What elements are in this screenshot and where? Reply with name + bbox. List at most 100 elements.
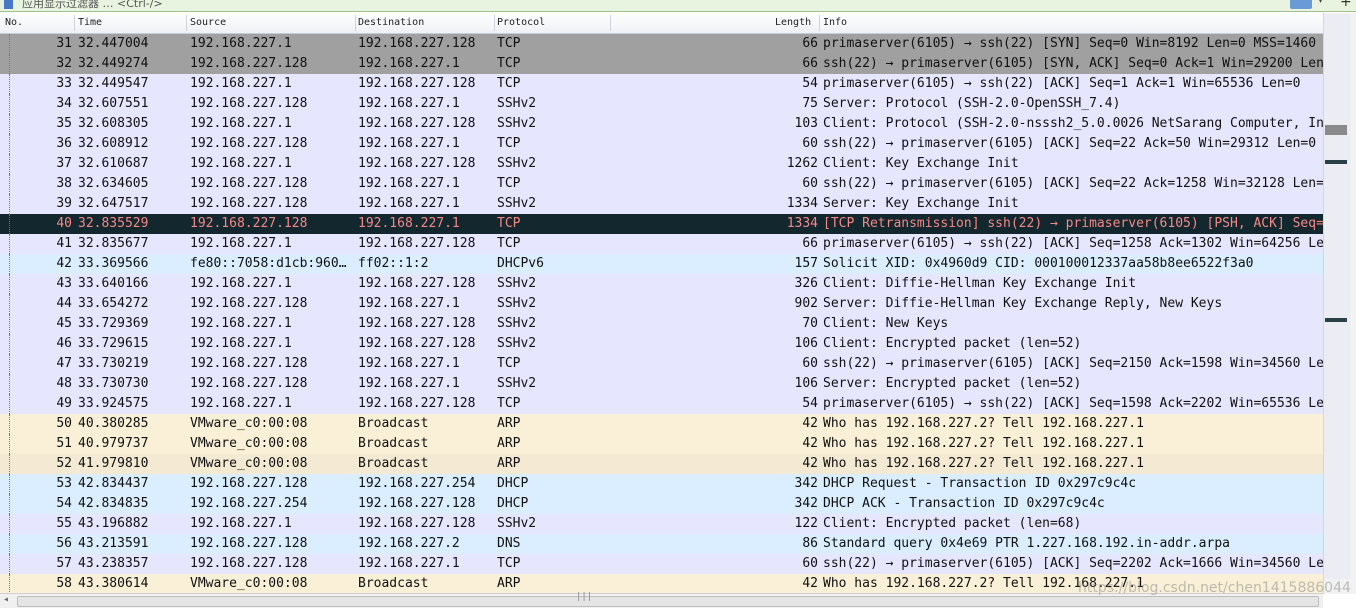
packet-row[interactable]: 42 33.369566 fe80::7058:d1cb:960… ff02::1:2… <box>0 254 1323 274</box>
packet-row[interactable]: 52 41.979810 VMware_c0:00:08 Broadcast ARP 42… <box>0 454 1323 474</box>
column-divider[interactable] <box>74 15 75 31</box>
packet-row[interactable]: 37 32.610687 192.168.227.1 192.168.227.128 S… <box>0 154 1323 174</box>
packet-destination: 192.168.227.1 <box>358 96 460 111</box>
packet-destination: 192.168.227.1 <box>358 296 460 311</box>
packet-row[interactable]: 53 42.834437 192.168.227.128 192.168.227.25… <box>0 474 1323 494</box>
packet-row[interactable]: 41 32.835677 192.168.227.1 192.168.227.128 T… <box>0 234 1323 254</box>
packet-number: 49 <box>56 396 72 411</box>
packet-destination: Broadcast <box>358 416 429 431</box>
packet-source: 192.168.227.1 <box>190 76 292 91</box>
column-length[interactable]: Length <box>775 17 811 31</box>
column-time[interactable]: Time <box>78 17 102 31</box>
packet-row[interactable]: 34 32.607551 192.168.227.128 192.168.227.1 S… <box>0 94 1323 114</box>
packet-protocol: DHCP <box>497 496 529 511</box>
packet-row[interactable]: 48 33.730730 192.168.227.128 192.168.227.1 S… <box>0 374 1323 394</box>
packet-number: 47 <box>56 356 72 371</box>
packet-info: Client: New Keys <box>823 316 949 331</box>
packet-info: primaserver(6105) → ssh(22) [ACK] Seq=15… <box>823 396 1323 411</box>
packet-row[interactable]: 33 32.449547 192.168.227.1 192.168.227.128 T… <box>0 74 1323 94</box>
packet-number: 40 <box>56 216 72 231</box>
packet-source: 192.168.227.1 <box>190 116 292 131</box>
packet-time: 33.730219 <box>78 356 149 371</box>
packet-protocol: TCP <box>497 396 521 411</box>
packet-length: 326 <box>794 276 818 291</box>
packet-info: Client: Encrypted packet (len=68) <box>823 516 1082 531</box>
packet-source: 192.168.227.128 <box>190 96 308 111</box>
packet-list[interactable]: 31 32.447004 192.168.227.1 192.168.227.128 T… <box>0 34 1323 594</box>
packet-row[interactable]: 47 33.730219 192.168.227.128 192.168.227.1 T… <box>0 354 1323 374</box>
packet-protocol: TCP <box>497 136 521 151</box>
bookmark-icon[interactable] <box>4 0 13 9</box>
packet-time: 32.449274 <box>78 56 149 71</box>
packet-destination: 192.168.227.1 <box>358 556 460 571</box>
packet-row[interactable]: 49 33.924575 192.168.227.1 192.168.227.128 T… <box>0 394 1323 414</box>
packet-row[interactable]: 31 32.447004 192.168.227.1 192.168.227.128 T… <box>0 34 1323 54</box>
packet-info: Solicit XID: 0x4960d9 CID: 000100012337a… <box>823 256 1254 271</box>
packet-row[interactable]: 54 42.834835 192.168.227.254 192.168.227.12… <box>0 494 1323 514</box>
column-destination[interactable]: Destination <box>358 17 424 31</box>
column-divider[interactable] <box>186 15 187 31</box>
packet-row[interactable]: 36 32.608912 192.168.227.128 192.168.227.1 T… <box>0 134 1323 154</box>
packet-number: 41 <box>56 236 72 251</box>
column-divider[interactable] <box>494 15 495 31</box>
filter-input[interactable]: 应用显示过滤器 … <Ctrl-/> <box>22 0 163 11</box>
column-divider[interactable] <box>819 15 820 31</box>
packet-source: 192.168.227.128 <box>190 56 308 71</box>
packet-length: 42 <box>802 416 818 431</box>
packet-destination: 192.168.227.128 <box>358 336 476 351</box>
minimap-mark <box>1325 125 1347 135</box>
display-filter-bar[interactable]: 应用显示过滤器 … <Ctrl-/> ▾ + <box>0 0 1356 12</box>
packet-destination: Broadcast <box>358 576 429 591</box>
apply-filter-button[interactable] <box>1290 0 1312 9</box>
packet-row[interactable]: 32 32.449274 192.168.227.128 192.168.227.1 T… <box>0 54 1323 74</box>
packet-time: 32.447004 <box>78 36 149 51</box>
packet-time: 43.196882 <box>78 516 149 531</box>
packet-number: 50 <box>56 416 72 431</box>
packet-protocol: SSHv2 <box>497 376 537 391</box>
packet-row[interactable]: 44 33.654272 192.168.227.128 192.168.227.1 S… <box>0 294 1323 314</box>
packet-destination: 192.168.227.1 <box>358 196 460 211</box>
column-divider[interactable] <box>355 15 356 31</box>
packet-row[interactable]: 35 32.608305 192.168.227.1 192.168.227.128 S… <box>0 114 1323 134</box>
packet-length: 1334 <box>786 196 818 211</box>
packet-row[interactable]: 38 32.634605 192.168.227.128 192.168.227.1 T… <box>0 174 1323 194</box>
packet-number: 36 <box>56 136 72 151</box>
packet-destination: 192.168.227.254 <box>358 476 476 491</box>
packet-source: 192.168.227.128 <box>190 176 308 191</box>
packet-row[interactable]: 45 33.729369 192.168.227.1 192.168.227.128 S… <box>0 314 1323 334</box>
packet-protocol: SSHv2 <box>497 336 537 351</box>
column-protocol[interactable]: Protocol <box>497 17 545 31</box>
packet-time: 33.729369 <box>78 316 149 331</box>
packet-protocol: ARP <box>497 576 521 591</box>
packet-row[interactable]: 50 40.380285 VMware_c0:00:08 Broadcast ARP 42… <box>0 414 1323 434</box>
add-filter-button[interactable]: + <box>1340 0 1352 10</box>
packet-time: 32.835677 <box>78 236 149 251</box>
scroll-left-icon[interactable]: ◂ <box>3 594 9 605</box>
packet-time: 33.654272 <box>78 296 149 311</box>
chevron-down-icon[interactable]: ▾ <box>1318 0 1323 6</box>
packet-destination: Broadcast <box>358 456 429 471</box>
packet-time: 40.380285 <box>78 416 149 431</box>
packet-row[interactable]: 40 32.835529 192.168.227.128 192.168.227.1 T… <box>0 214 1323 234</box>
packet-source: 192.168.227.128 <box>190 296 308 311</box>
packet-info: [TCP Retransmission] ssh(22) → primaserv… <box>823 216 1323 231</box>
packet-info: primaserver(6105) → ssh(22) [SYN] Seq=0 … <box>823 36 1317 51</box>
packet-row[interactable]: 57 43.238357 192.168.227.128 192.168.227.1 T… <box>0 554 1323 574</box>
packet-protocol: TCP <box>497 556 521 571</box>
packet-row[interactable]: 43 33.640166 192.168.227.1 192.168.227.128 S… <box>0 274 1323 294</box>
packet-number: 52 <box>56 456 72 471</box>
packet-row[interactable]: 39 32.647517 192.168.227.128 192.168.227.1 S… <box>0 194 1323 214</box>
scrollbar-thumb[interactable] <box>17 596 1319 607</box>
column-source[interactable]: Source <box>190 17 226 31</box>
packet-source: 192.168.227.128 <box>190 536 308 551</box>
packet-row[interactable]: 55 43.196882 192.168.227.1 192.168.227.128 S… <box>0 514 1323 534</box>
packet-list-header: No. Time Source Destination Protocol Len… <box>0 13 1323 34</box>
column-info[interactable]: Info <box>823 17 847 31</box>
scrollbar-thumb[interactable] <box>1324 14 1350 579</box>
packet-row[interactable]: 56 43.213591 192.168.227.128 192.168.227.2 D… <box>0 534 1323 554</box>
packet-row[interactable]: 51 40.979737 VMware_c0:00:08 Broadcast ARP 42… <box>0 434 1323 454</box>
packet-row[interactable]: 46 33.729615 192.168.227.1 192.168.227.128 S… <box>0 334 1323 354</box>
column-divider[interactable] <box>610 15 611 31</box>
grip-icon: ||| <box>576 592 593 602</box>
column-no[interactable]: No. <box>5 17 23 31</box>
